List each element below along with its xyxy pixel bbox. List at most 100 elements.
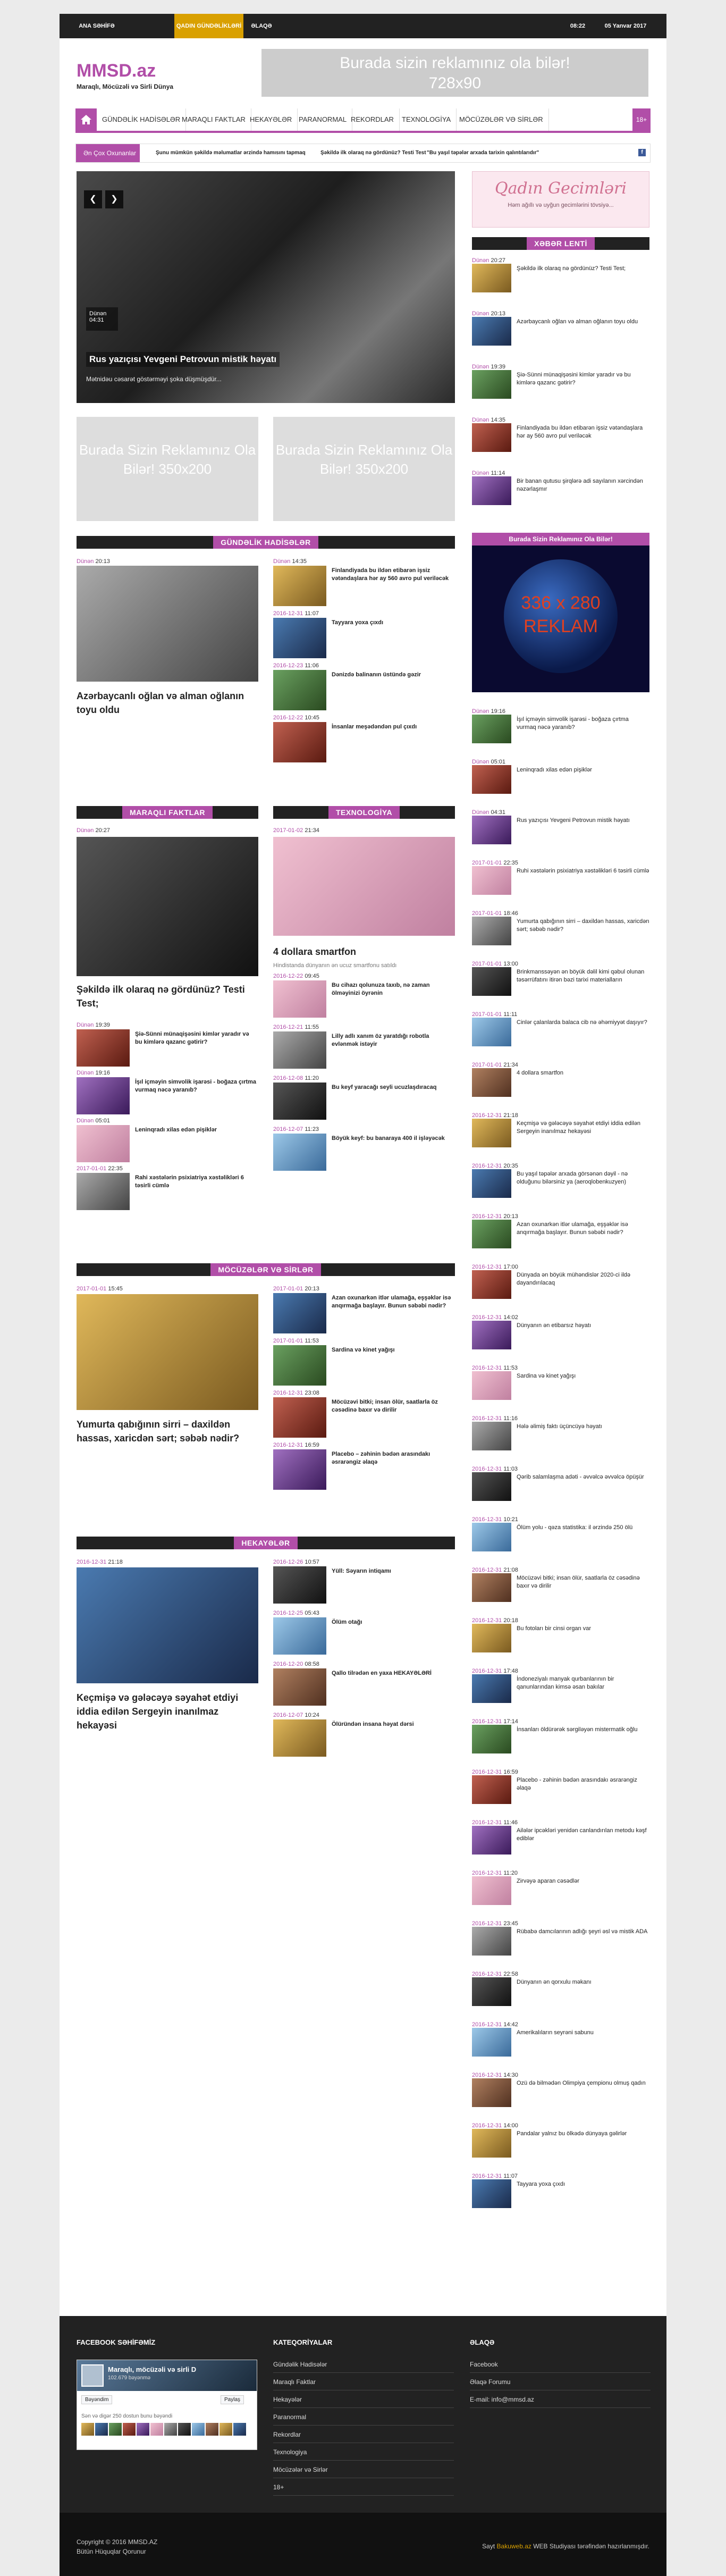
post-thumbnail[interactable] [77,1125,130,1162]
post-title[interactable]: Leninqradı xilas edən pişiklər [517,766,649,774]
post-title[interactable]: Rahi xəstələrin psixiatriya xəstəlikləri… [135,1174,257,1190]
post-title[interactable]: 4 dollara smartfon [517,1069,649,1077]
post-thumbnail[interactable] [472,423,511,452]
post-thumbnail[interactable] [472,917,511,945]
post-thumbnail[interactable] [472,1371,511,1400]
post-thumbnail[interactable] [472,765,511,794]
post-title[interactable]: Yumurta qabığının sirri – daxildən hassa… [517,918,649,934]
post-thumbnail[interactable] [273,566,326,606]
nav-item-facts[interactable]: MARAQLI FAKTLAR [176,108,251,131]
post-title[interactable]: Şəkildə ilk olaraq nə gördünüz? Testi Te… [517,265,649,273]
post-thumbnail[interactable] [77,1029,130,1067]
post-thumbnail[interactable] [273,1134,326,1171]
post-thumbnail[interactable] [472,967,511,996]
post-thumbnail[interactable] [273,1083,326,1120]
post-title[interactable]: Keçmişə və gələcəyə səyahət etdiyi iddia… [77,1691,258,1732]
post-thumbnail[interactable] [472,1523,511,1551]
post-thumbnail[interactable] [472,1775,511,1804]
post-title[interactable]: Finlandiyada bu ildən etibarən işsiz vət… [332,567,454,583]
post-title[interactable]: Ölüründən insana həyat dərsi [332,1721,454,1728]
post-thumbnail[interactable] [273,670,326,710]
post-title[interactable]: Leninqradı xilas edən pişiklər [135,1126,257,1134]
post-title[interactable]: Keçmişə və gələcəyə səyahət etdiyi iddia… [517,1120,649,1136]
post-title[interactable]: Şiə-Sünni münaqişəsini kimlər yaradır və… [135,1030,257,1046]
post-title[interactable]: Ailələr ipcəkləri yenidən canlandırılan … [517,1827,649,1843]
post-title[interactable]: İşıl içməyin simvolik işarəsi - boğaza ç… [517,716,649,732]
post-title[interactable]: Ölüm otağı [332,1618,454,1626]
post-title[interactable]: Placebo - zəhinin bədən arasındakı əsrar… [517,1776,649,1792]
nav-item-records[interactable]: REKORDLAR [345,108,400,131]
post-title[interactable]: 4 dollara smartfon [273,945,455,958]
post-thumbnail[interactable] [472,1573,511,1602]
post-title[interactable]: Dənizdə balinanın üstündə gəzir [332,671,454,679]
post-title[interactable]: Tayyara yoxa çıxdı [517,2180,649,2188]
post-thumbnail[interactable] [77,1077,130,1114]
post-title[interactable]: Azərbaycanlı oğlan və alman oğlanın toyu… [77,689,258,717]
qadin-banner[interactable]: Qadın Gecimləri Həm ağıllı və uyğun geci… [472,171,649,228]
post-title[interactable]: Ölüm yolu - qəza statistika: il ərzində … [517,1524,649,1532]
post-thumbnail[interactable] [273,1719,326,1757]
section-title[interactable]: MÖCÜZƏLƏR VƏ SİRLƏR [210,1263,321,1276]
post-title[interactable]: Dünyanın ən qorxulu məkanı [517,1978,649,1986]
footer-category-link[interactable]: Maraqlı Faktlar [273,2378,454,2390]
post-thumbnail[interactable] [472,1927,511,1956]
post-title[interactable]: Azərbaycanlı oğlan və alman oğlanın toyu… [517,318,649,326]
post-image[interactable] [77,566,258,682]
top-link-women[interactable]: QADIN GÜNDƏLİKLƏRİ [174,14,243,38]
footer-contact-link[interactable]: E-mail: info@mmsd.az [470,2396,651,2408]
post-thumbnail[interactable] [273,1031,326,1069]
post-thumbnail[interactable] [273,1566,326,1604]
post-title[interactable]: Cinlər çalanlarda balaca cib nə əhəmiyyə… [517,1019,649,1027]
post-title[interactable]: Yumurta qabığının sirri – daxildən hassa… [77,1417,258,1445]
footer-contact-link[interactable]: Əlaqə Forumu [470,2378,651,2390]
post-title[interactable]: Ruhi xəstələrin psixiatriya xəstəlikləri… [517,867,649,875]
footer-category-link[interactable]: 18+ [273,2483,454,2496]
post-thumbnail[interactable] [472,1624,511,1652]
post-title[interactable]: Böyük keyf: bu banaraya 400 il işləyəcək [332,1135,454,1143]
ticker-item[interactable]: "Bu yaşıl təpələr arxada tarixin qalıntı… [427,144,539,162]
post-thumbnail[interactable] [472,264,511,292]
footer-category-link[interactable]: Texnologiya [273,2448,454,2461]
post-thumbnail[interactable] [472,715,511,743]
post-image[interactable] [273,837,455,936]
footer-category-link[interactable]: Rekordlar [273,2431,454,2443]
post-title[interactable]: Finlandiyada bu ildən etibarən işsiz vət… [517,424,649,440]
post-thumbnail[interactable] [273,1668,326,1706]
post-thumbnail[interactable] [273,722,326,762]
post-thumbnail[interactable] [472,1321,511,1349]
post-title[interactable]: Amerikalıların seyrəni sabunu [517,2029,649,2037]
post-thumbnail[interactable] [77,1173,130,1210]
fb-share-button[interactable]: Paylaş [221,2395,244,2404]
post-thumbnail[interactable] [472,1169,511,1198]
footer-category-link[interactable]: Gündəlik Hadisələr [273,2361,454,2373]
post-thumbnail[interactable] [472,317,511,346]
post-title[interactable]: Bu keyf yaracağı seyli ucuzlaşdıracaq [332,1084,454,1092]
post-thumbnail[interactable] [273,1293,326,1333]
post-image[interactable] [77,1567,258,1683]
post-title[interactable]: Dünyanın ən etibarsız həyatı [517,1322,649,1330]
section-title[interactable]: MARAQLI FAKTLAR [122,806,213,819]
post-title[interactable]: Bir banan qutusu şirqlərə adi sayılanın … [517,477,649,493]
nav-item-tech[interactable]: TEXNOLOGİYA [396,108,457,131]
post-title[interactable]: İnsanlar meşədəndən pul çıxdı [332,723,454,731]
post-title[interactable]: Hələ əlimiş faktı üçüncüyə həyatı [517,1423,649,1431]
post-thumbnail[interactable] [472,2129,511,2158]
post-thumbnail[interactable] [472,1472,511,1501]
post-thumbnail[interactable] [472,1068,511,1097]
top-link-contact[interactable]: ƏLAQƏ [246,14,277,38]
fb-like-button[interactable]: Bəyəndim [81,2395,113,2404]
slider-title[interactable]: Rus yazıçısı Yevgeni Petrovun mistik həy… [86,352,280,367]
footer-category-link[interactable]: Hekayələr [273,2396,454,2408]
post-thumbnail[interactable] [472,816,511,844]
credit-link[interactable]: Bakuweb.az [497,2543,531,2550]
post-thumbnail[interactable] [472,2078,511,2107]
post-thumbnail[interactable] [472,2179,511,2208]
post-thumbnail[interactable] [273,618,326,658]
post-thumbnail[interactable] [472,1270,511,1299]
nav-item-adult[interactable]: 18+ [632,108,651,131]
post-title[interactable]: Şəkildə ilk olaraq nə gördünüz? Testi Te… [77,983,258,1010]
post-thumbnail[interactable] [273,1449,326,1490]
ad-box-right[interactable]: Burada Sizin Reklamınız Ola Bilər! 350x2… [273,417,455,521]
post-title[interactable]: Şiə-Sünni münaqişəsini kimlər yaradır və… [517,371,649,387]
section-title[interactable]: GÜNDƏLİK HADİSƏLƏR [213,536,318,549]
